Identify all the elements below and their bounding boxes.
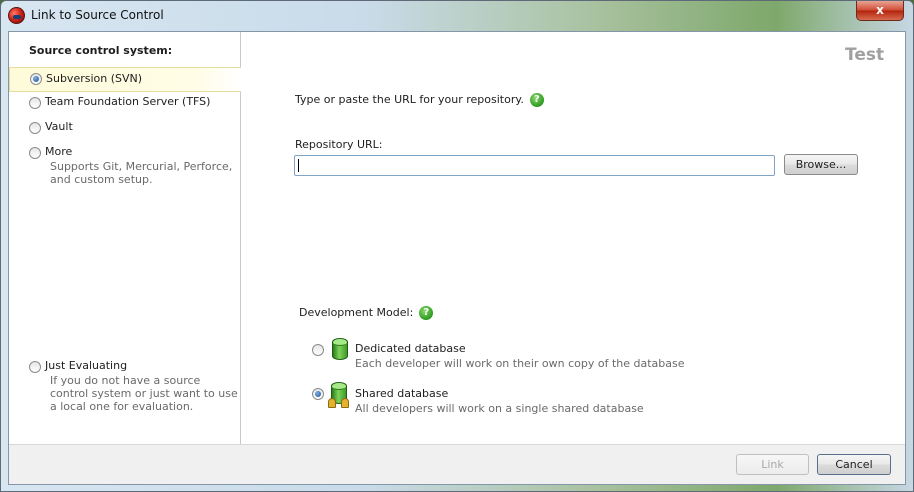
repository-url-input[interactable] — [294, 155, 775, 176]
subversion-radio[interactable] — [30, 73, 42, 85]
dialog-window: Link to Source Control x Source control … — [0, 0, 914, 492]
repository-url-label: Repository URL: — [295, 138, 383, 151]
shared-database-radio[interactable] — [312, 388, 324, 400]
vault-radio[interactable] — [29, 122, 41, 134]
more-description: Supports Git, Mercurial, Perforce, and c… — [50, 160, 233, 186]
more-radio[interactable] — [29, 147, 41, 159]
option-subversion[interactable]: Subversion (SVN) — [9, 67, 241, 92]
database-icon — [332, 338, 348, 360]
close-button[interactable]: x — [856, 1, 904, 21]
text-caret — [298, 159, 299, 172]
instruction-label: Type or paste the URL for your repositor… — [295, 93, 524, 106]
vault-label: Vault — [45, 120, 73, 133]
dedicated-database-radio[interactable] — [312, 344, 324, 356]
source-control-system-pane: Source control system: Subversion (SVN) … — [9, 32, 241, 444]
app-icon — [8, 7, 25, 24]
development-model-label: Development Model: — [299, 306, 414, 319]
dialog-body: Source control system: Subversion (SVN) … — [8, 31, 906, 485]
development-model-heading: Development Model:? — [299, 306, 434, 320]
test-label: Test — [845, 45, 885, 65]
instruction-text: Type or paste the URL for your repositor… — [295, 93, 544, 107]
dedicated-database-title: Dedicated database — [355, 342, 466, 355]
shared-database-description: All developers will work on a single sha… — [355, 402, 644, 415]
source-control-heading: Source control system: — [29, 44, 173, 57]
help-icon[interactable]: ? — [419, 306, 434, 320]
dedicated-database-description: Each developer will work on their own co… — [355, 357, 685, 370]
option-tfs[interactable]: Team Foundation Server (TFS) — [9, 93, 241, 115]
just-evaluating-radio[interactable] — [29, 361, 41, 373]
window-title: Link to Source Control — [31, 8, 164, 22]
just-evaluating-description: If you do not have a source control syst… — [50, 374, 238, 413]
option-more[interactable]: More Supports Git, Mercurial, Perforce, … — [9, 143, 241, 191]
shared-database-title: Shared database — [355, 387, 449, 400]
subversion-label: Subversion (SVN) — [46, 72, 143, 85]
option-vault[interactable]: Vault — [9, 118, 241, 140]
cancel-button[interactable]: Cancel — [817, 454, 891, 475]
dialog-footer: Link Cancel — [9, 444, 905, 484]
browse-button[interactable]: Browse... — [784, 154, 858, 175]
link-button[interactable]: Link — [736, 454, 809, 475]
option-just-evaluating[interactable]: Just Evaluating If you do not have a sou… — [9, 357, 241, 417]
tfs-label: Team Foundation Server (TFS) — [45, 95, 211, 108]
user-icon — [341, 398, 349, 408]
title-bar[interactable]: Link to Source Control x — [1, 1, 913, 31]
user-icon — [328, 398, 336, 408]
tfs-radio[interactable] — [29, 97, 41, 109]
just-evaluating-label: Just Evaluating — [45, 359, 128, 372]
more-label: More — [45, 145, 73, 158]
help-icon[interactable]: ? — [529, 93, 544, 107]
